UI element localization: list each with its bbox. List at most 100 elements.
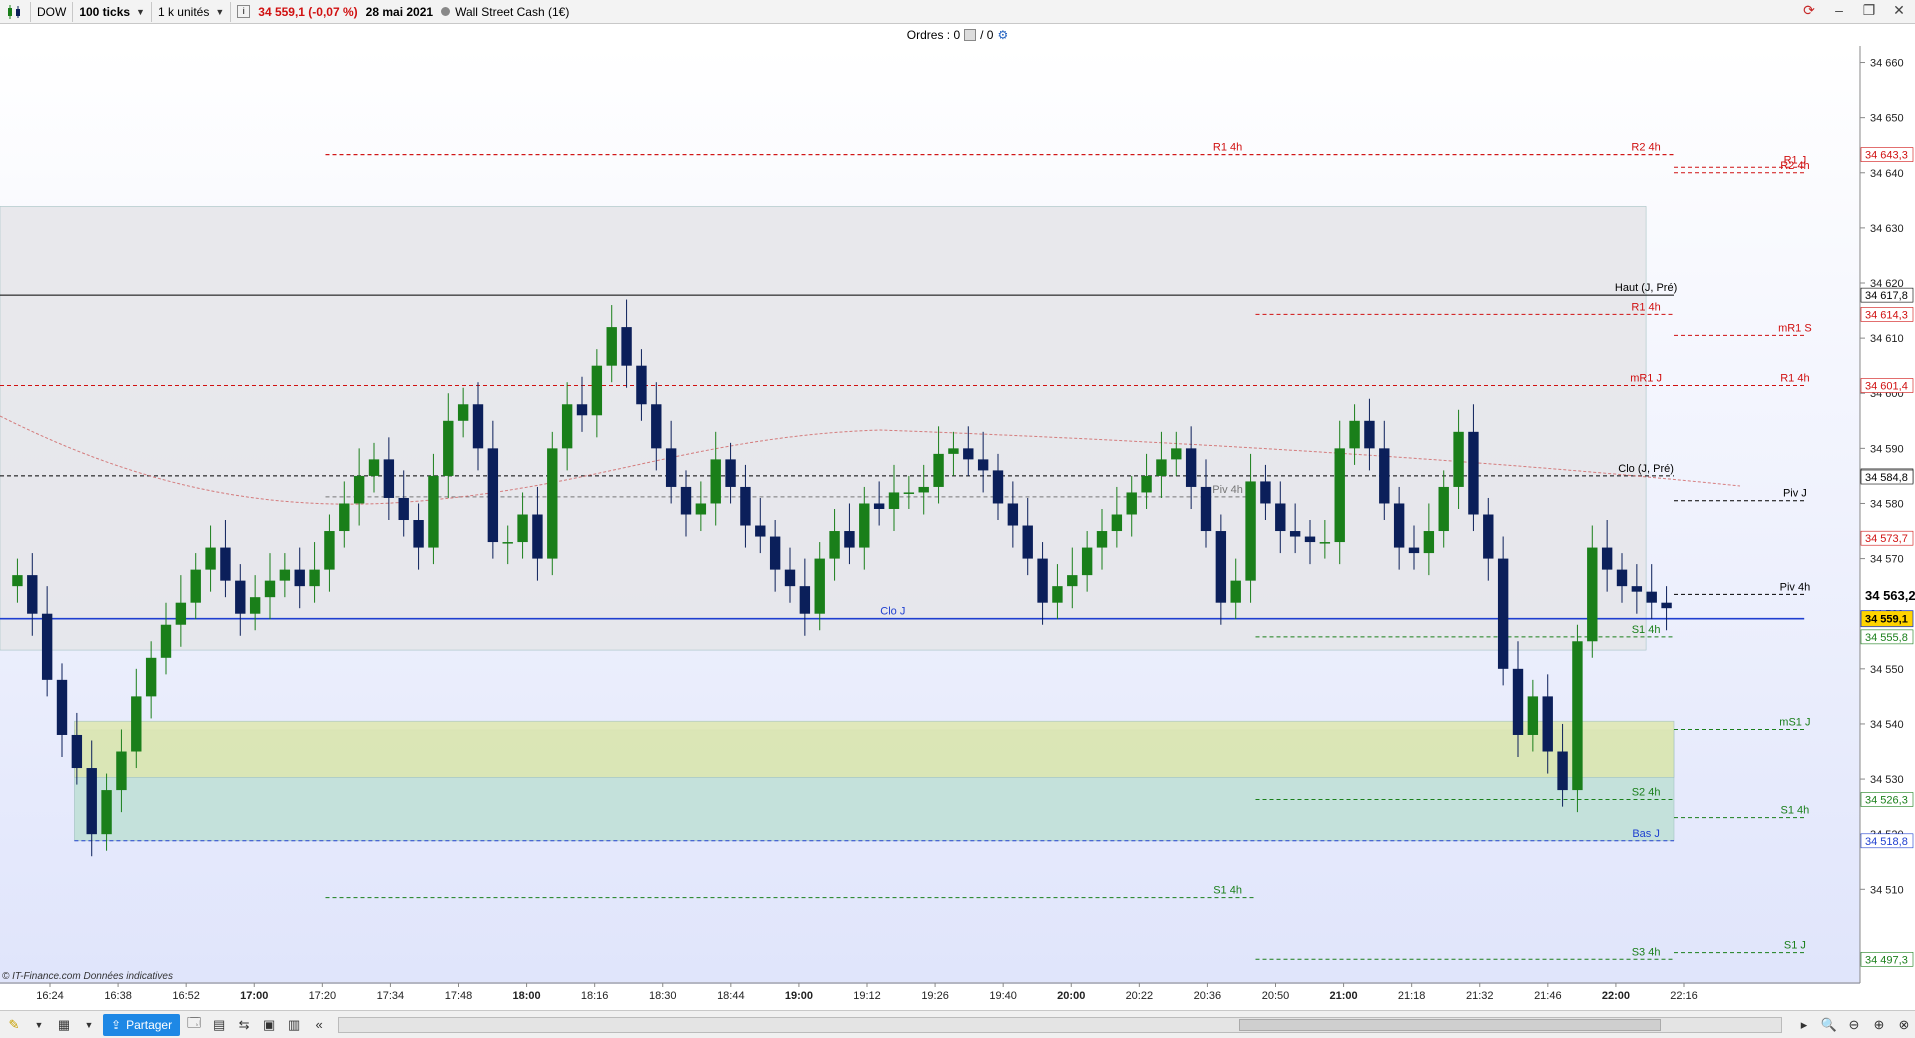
candle-body [948,448,959,454]
units-select[interactable]: 1 k unités ▼ [152,1,232,22]
level-label: mR1 J [1630,373,1662,385]
restore-icon[interactable]: ❐ [1861,2,1877,19]
share-button[interactable]: ⇪ Partager [103,1013,181,1036]
zoom-reset-icon[interactable]: ⊗ [1893,1014,1915,1036]
candle-body [829,531,840,559]
level-label: S1 4h [1213,885,1242,897]
candle-body [576,404,588,416]
candlestick-icon [8,4,20,19]
candle-body [1364,420,1375,449]
candle-body [918,486,929,493]
level-label: R1 4h [1780,373,1809,385]
price-tag-label: 34 573,7 [1865,533,1908,545]
candle-body [339,503,350,532]
candle-body [368,459,380,476]
scroll-left-button[interactable]: « [308,1014,330,1036]
level-label: Piv J [1783,488,1807,500]
orders-icon[interactable] [964,29,977,41]
candle-body [1052,586,1063,603]
orders-bar: Ordres : 0 / 0 ⚙ [0,24,1915,47]
zoom-fit-icon[interactable]: 🔍 [1818,1014,1840,1036]
cursor-price-label: 34 563,2 [1865,588,1915,603]
candle-body [547,448,558,559]
double-chevron-left-icon: « [315,1017,323,1032]
layout-icon[interactable]: ▦ [53,1014,75,1036]
candle-body [1483,514,1494,559]
x-axis-tick-label: 18:44 [717,990,745,1002]
level-label: mR1 S [1778,322,1812,334]
print-icon[interactable]: ▥ [283,1014,305,1036]
zoom-in-icon[interactable]: ⊕ [1868,1014,1890,1036]
candle-body [1081,547,1093,576]
candle-body [160,624,172,658]
candle-body [621,327,632,366]
candle-body [175,602,187,625]
x-axis-tick-label: 17:20 [309,990,337,1002]
candle-body [1007,503,1019,526]
level-label: S3 4h [1632,946,1661,958]
close-icon[interactable]: ✕ [1891,2,1907,19]
level-label: R2 4h [1780,160,1809,172]
x-axis-tick-label: 19:40 [989,990,1017,1002]
level-label: R1 4h [1213,142,1242,154]
scroll-right-button[interactable]: ▸ [1793,1014,1815,1036]
chevron-down-icon[interactable]: ▼ [78,1014,100,1036]
candle-body [472,404,484,449]
level-label: S1 4h [1781,805,1810,817]
zoom-out-icon[interactable]: ⊖ [1843,1014,1865,1036]
orders-pending: / 0 [980,28,994,42]
price-tag-label: 34 526,3 [1865,794,1908,806]
x-axis-tick-label: 18:00 [513,990,541,1002]
minimize-icon[interactable]: – [1831,2,1847,19]
candle-body [41,613,53,680]
level-label: Clo J [880,606,905,618]
instrument-select[interactable]: DOW [31,1,74,22]
horizontal-scrollbar[interactable] [338,1016,1782,1033]
chart-type-button[interactable] [0,1,31,22]
candle-body [1260,481,1271,504]
price-zone [74,720,1675,778]
last-price-label: 34 559,1 [1865,614,1908,626]
level-label: Piv 4h [1780,581,1811,593]
candle-body [1587,547,1598,642]
candle-body [220,547,231,581]
candle-body [710,459,721,504]
units-label: 1 k unités [157,4,210,19]
bottom-toolbar: ✎ ▼ ▦ ▼ ⇪ Partager 🗔 ▤ ⇆ ▣ ▥ « ▸ 🔍 ⊖ ⊕ ⊗ [0,1010,1915,1038]
candle-body [1022,525,1033,559]
market-status-dot [441,7,451,16]
candle-body [1156,459,1167,476]
x-axis-tick-label: 17:48 [445,990,473,1002]
candle-body [977,459,989,471]
drawing-tool-icon[interactable]: ✎ [3,1014,25,1036]
quote-date: 28 mai 2021 [365,4,434,19]
refresh-icon[interactable]: ⟳ [1801,2,1817,19]
settings-icon[interactable]: ⚙ [997,28,1008,42]
candle-body [740,486,751,526]
candle-body [725,459,736,487]
screenshot-icon[interactable]: ▣ [258,1014,280,1036]
price-tag-label: 34 555,8 [1865,632,1908,644]
alert-icon[interactable]: 🗔 [183,1014,205,1036]
candle-body [1393,503,1405,548]
candle-body [844,531,855,548]
chevron-down-icon[interactable]: ▼ [28,1014,50,1036]
candle-body [101,790,112,835]
candle-body [992,470,1004,504]
candle-body [1067,575,1078,587]
candle-body [799,586,811,614]
calculator-icon[interactable]: ▤ [208,1014,230,1036]
scrollbar-thumb[interactable] [1239,1018,1661,1031]
instrument-name: Wall Street Cash (1€) [455,4,570,19]
candle-body [1126,492,1137,515]
x-axis-tick-label: 21:00 [1330,990,1358,1002]
candle-body [695,503,707,515]
compare-icon[interactable]: ⇆ [233,1014,255,1036]
candle-body [1334,448,1345,543]
interval-select[interactable]: 100 ticks ▼ [73,1,152,22]
candle-body [606,327,617,366]
price-chart[interactable]: R1 4h R2 4hR1 JR2 4hHaut (J, Pré)R1 4hmR1… [0,46,1915,1006]
info-icon[interactable]: i [237,5,251,18]
level-label: Clo (J, Pré) [1618,463,1674,475]
candle-body [1037,558,1048,603]
